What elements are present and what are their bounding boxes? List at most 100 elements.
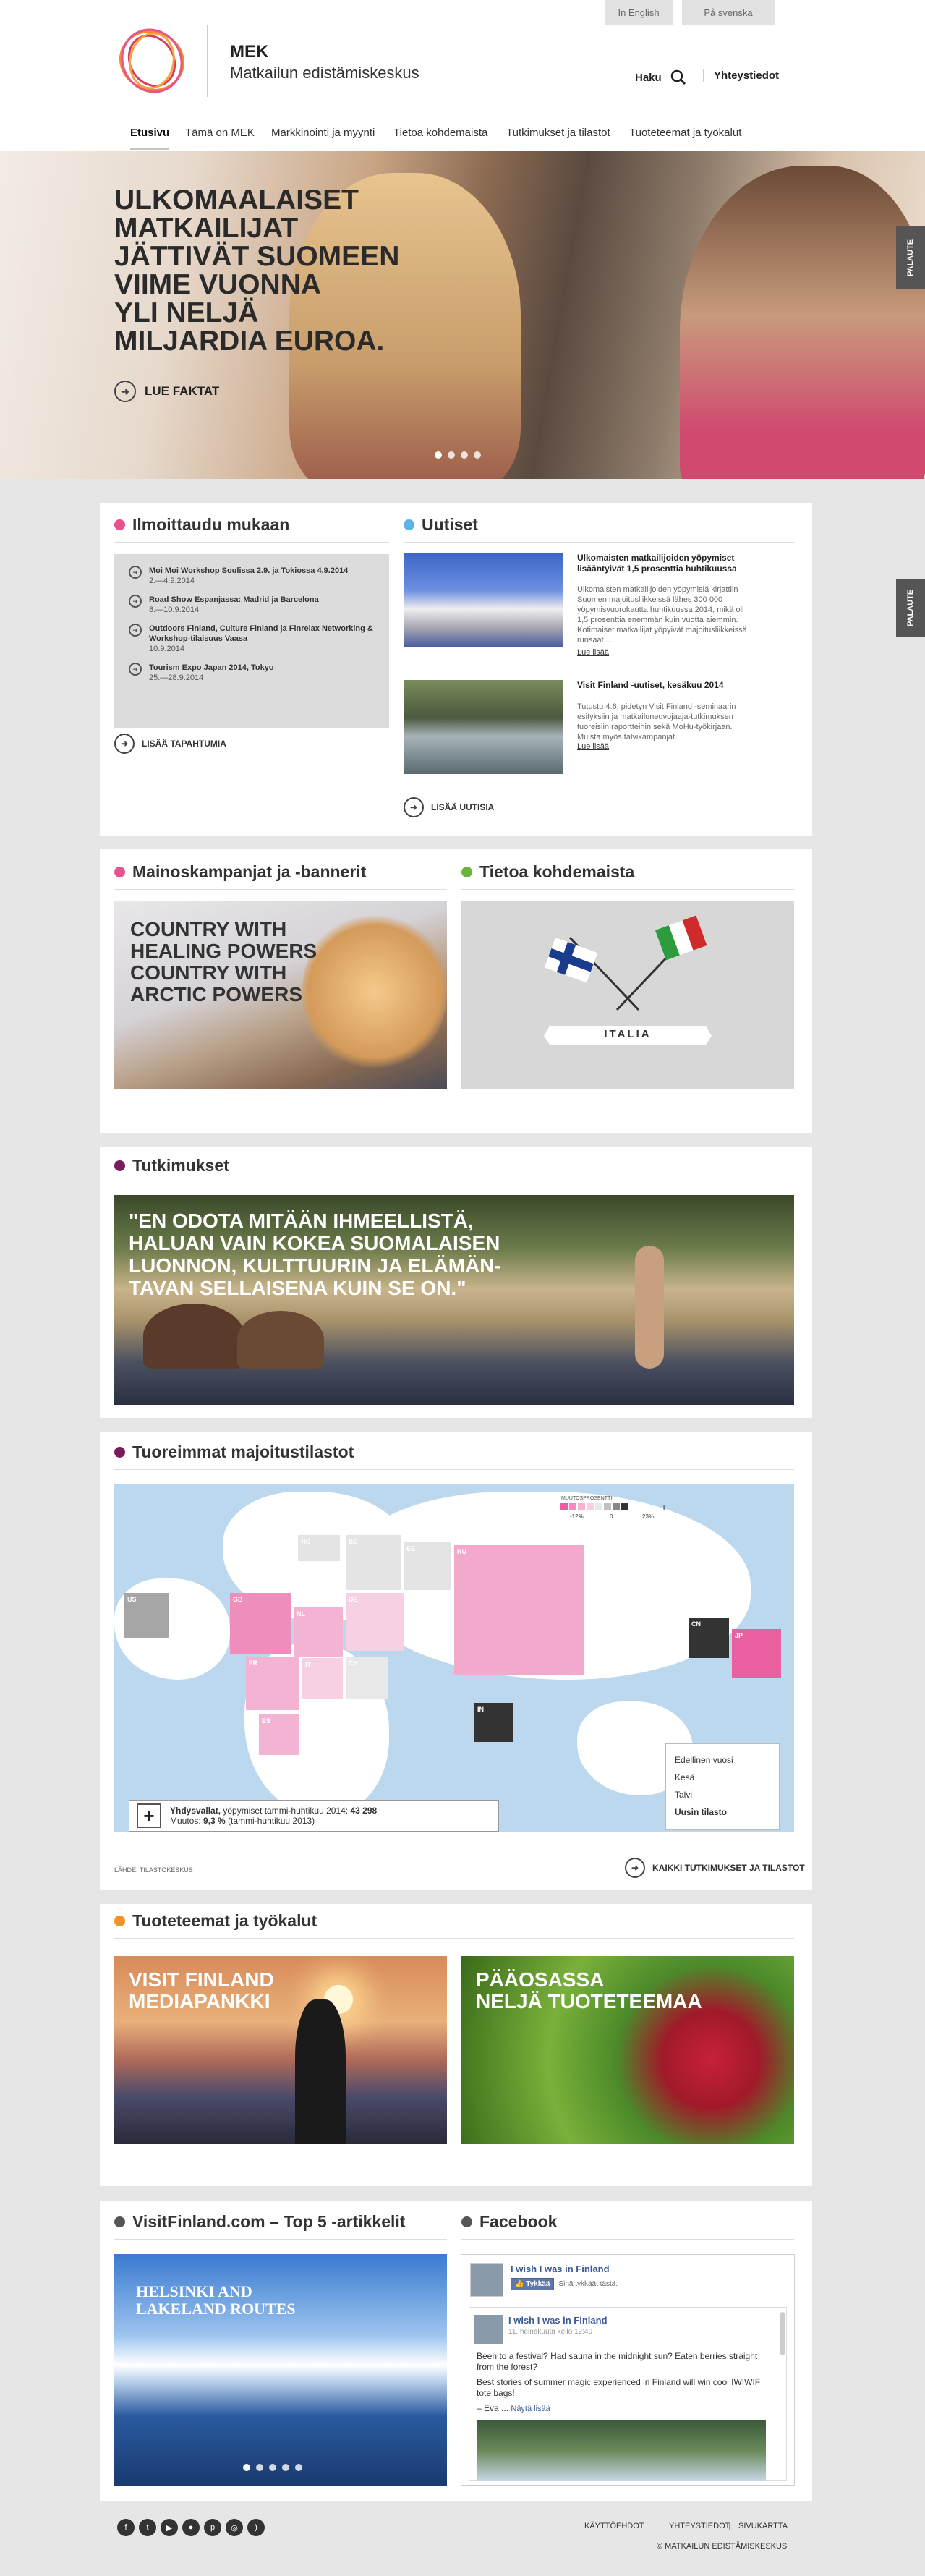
footer-terms-link[interactable]: KÄYTTÖEHDOT	[584, 2522, 644, 2530]
country-box[interactable]: RU	[454, 1545, 584, 1675]
event-title: Moi Moi Workshop Soulissa 2.9. ja Tokios…	[149, 566, 349, 575]
country-box[interactable]: JP	[732, 1629, 781, 1678]
mek-logo[interactable]	[114, 23, 189, 98]
carousel-dot[interactable]	[256, 2464, 263, 2471]
footer-contact-link[interactable]: YHTEYSTIEDOT	[660, 2522, 730, 2530]
carousel-dot[interactable]	[269, 2464, 276, 2471]
campaigns-title: Mainoskampanjat ja -bannerit	[132, 862, 367, 881]
event-date: 2.—4.9.2014	[149, 577, 195, 585]
hero-cta-link[interactable]: ➜ LUE FAKTAT	[114, 381, 219, 402]
blue-bullet-icon	[404, 519, 414, 530]
mediabank-tile[interactable]: VISIT FINLAND MEDIAPANKKI	[114, 1956, 447, 2144]
lang-swedish-link[interactable]: På svenska	[682, 0, 775, 25]
carousel-dot[interactable]	[295, 2464, 302, 2471]
pinterest-icon[interactable]: p	[204, 2519, 221, 2536]
fb-post-author[interactable]: I wish I was in Finland	[508, 2315, 608, 2326]
themes-tile[interactable]: PÄÄOSASSA NELJÄ TUOTETEEMAA	[461, 1956, 794, 2144]
nav-tutkimukset[interactable]: Tutkimukset ja tilastot	[506, 127, 610, 139]
page-avatar[interactable]	[470, 2263, 503, 2297]
twitter-icon[interactable]: t	[139, 2519, 156, 2536]
country-box[interactable]: GB	[230, 1593, 291, 1654]
event-title: Tourism Expo Japan 2014, Tokyo	[149, 663, 274, 672]
campaigns-heading: Mainoskampanjat ja -bannerit	[114, 862, 447, 890]
plus-icon[interactable]: +	[137, 1803, 161, 1828]
nav-tama-on-mek[interactable]: Tämä on MEK	[185, 127, 255, 139]
event-item[interactable]: ➜ Road Show Espanjassa: Madrid ja Barcelo…	[129, 595, 375, 615]
fb-post-time[interactable]: 11. heinäkuuta kello 12:40	[508, 2328, 592, 2336]
event-item[interactable]: ➜ Outdoors Finland, Culture Finland ja Fi…	[129, 624, 375, 654]
flickr-icon[interactable]: ●	[182, 2519, 200, 2536]
nav-tietoa-kohdemaista[interactable]: Tietoa kohdemaista	[393, 127, 487, 139]
carousel-dot[interactable]	[448, 451, 455, 459]
arrow-right-icon: ➜	[114, 381, 136, 402]
feedback-tab-side[interactable]: PALAUTE	[896, 579, 925, 637]
news-headline[interactable]: Ulkomaisten matkailijoiden yöpymiset lis…	[577, 553, 751, 574]
country-box[interactable]: IT	[302, 1658, 343, 1699]
top5-carousel[interactable]: HELSINKI AND LAKELAND ROUTES	[114, 2254, 447, 2486]
feedback-tab[interactable]: PALAUTE	[896, 226, 925, 289]
hero-carousel[interactable]: ULKOMAALAISET MATKAILIJAT JÄTTIVÄT SUOME…	[0, 151, 925, 479]
country-box[interactable]: ES	[259, 1714, 299, 1755]
news-headline[interactable]: Visit Finland -uutiset, kesäkuu 2014	[577, 680, 751, 691]
fb-post-image[interactable]	[477, 2420, 766, 2481]
carousel-dot[interactable]	[461, 451, 468, 459]
event-item[interactable]: ➜ Tourism Expo Japan 2014, Tokyo 25.—28.9.…	[129, 663, 375, 683]
hero-cta-label: LUE FAKTAT	[145, 384, 220, 398]
fb-see-more-link[interactable]: Näytä lisää	[511, 2405, 550, 2413]
country-box[interactable]: US	[124, 1593, 169, 1638]
fb-post-text: Been to a festival? Had sauna in the mid…	[477, 2351, 758, 2372]
carousel-dot[interactable]	[474, 451, 481, 459]
country-box[interactable]: IN	[474, 1703, 513, 1742]
news-image-cathedral[interactable]	[404, 553, 563, 647]
country-box[interactable]: SE	[346, 1535, 401, 1590]
carousel-dot[interactable]	[282, 2464, 289, 2471]
contact-link[interactable]: Yhteystiedot	[703, 69, 779, 82]
pink-bullet-icon	[114, 519, 125, 530]
event-title: Outdoors Finland, Culture Finland ja Fin…	[149, 624, 373, 643]
research-banner[interactable]: "EN ODOTA MITÄÄN IHMEELLISTÄ, HALUAN VAI…	[114, 1195, 794, 1405]
footer-sitemap-link[interactable]: SIVUKARTTA	[729, 2522, 788, 2530]
country-box[interactable]: EE	[404, 1542, 451, 1590]
facebook-icon[interactable]: f	[117, 2519, 135, 2536]
carousel-dot[interactable]	[435, 451, 442, 459]
filter-option[interactable]: Talvi	[675, 1786, 770, 1803]
scrollbar[interactable]	[780, 2312, 785, 2355]
filter-option-selected[interactable]: Uusin tilasto	[675, 1803, 770, 1821]
rss-icon[interactable]: )	[247, 2519, 265, 2536]
country-box[interactable]: DE	[346, 1593, 404, 1651]
country-box[interactable]: FR	[246, 1657, 299, 1710]
social-links: f t ▶ ● p ◎ )	[117, 2519, 265, 2536]
more-events-link[interactable]: ➜ LISÄÄ TAPAHTUMIA	[114, 734, 226, 754]
mediabank-text: VISIT FINLAND MEDIAPANKKI	[129, 1968, 274, 2012]
nav-markkinointi[interactable]: Markkinointi ja myynti	[271, 127, 375, 139]
legend-plus-icon: +	[661, 1502, 668, 1513]
country-box[interactable]: CH	[346, 1657, 388, 1699]
country-box[interactable]: CN	[689, 1618, 729, 1658]
search-button[interactable]: Haku	[635, 69, 686, 85]
country-box[interactable]: NO	[298, 1535, 340, 1561]
summary-value: 43 298	[350, 1806, 378, 1816]
filter-option[interactable]: Kesä	[675, 1769, 770, 1786]
event-title: Road Show Espanjassa: Madrid ja Barcelon…	[149, 595, 319, 604]
carousel-dot[interactable]	[243, 2464, 250, 2471]
news-image-lake[interactable]	[404, 680, 563, 774]
lang-english-link[interactable]: In English	[605, 0, 673, 25]
more-stats-link[interactable]: ➜ KAIKKI TUTKIMUKSET JA TILASTOT	[625, 1858, 805, 1878]
news-read-more[interactable]: Lue lisää	[577, 648, 609, 657]
youtube-icon[interactable]: ▶	[161, 2519, 178, 2536]
campaign-banner[interactable]: COUNTRY WITH HEALING POWERS COUNTRY WITH…	[114, 901, 447, 1089]
event-item[interactable]: ➜ Moi Moi Workshop Soulissa 2.9. ja Tokio…	[129, 566, 375, 586]
fb-like-button[interactable]: 👍 Tykkää	[511, 2278, 555, 2290]
filter-option[interactable]: Edellinen vuosi	[675, 1751, 770, 1769]
stats-summary-box: + Yhdysvallat, yöpymiset tammi-huhtikuu …	[129, 1800, 499, 1832]
news-read-more[interactable]: Lue lisää	[577, 742, 609, 751]
nav-etusivu[interactable]: Etusivu	[130, 127, 170, 150]
fb-page-name[interactable]: I wish I was in Finland	[511, 2263, 610, 2274]
more-news-link[interactable]: ➜ LISÄÄ UUTISIA	[404, 797, 494, 817]
fb-like-label: Tykkää	[526, 2280, 550, 2288]
country-box[interactable]: NL	[294, 1607, 343, 1657]
post-avatar[interactable]	[474, 2315, 503, 2344]
nav-tuoteteemat[interactable]: Tuoteteemat ja työkalut	[629, 127, 741, 139]
instagram-icon[interactable]: ◎	[226, 2519, 243, 2536]
destination-tile[interactable]: ITALIA	[461, 901, 794, 1089]
